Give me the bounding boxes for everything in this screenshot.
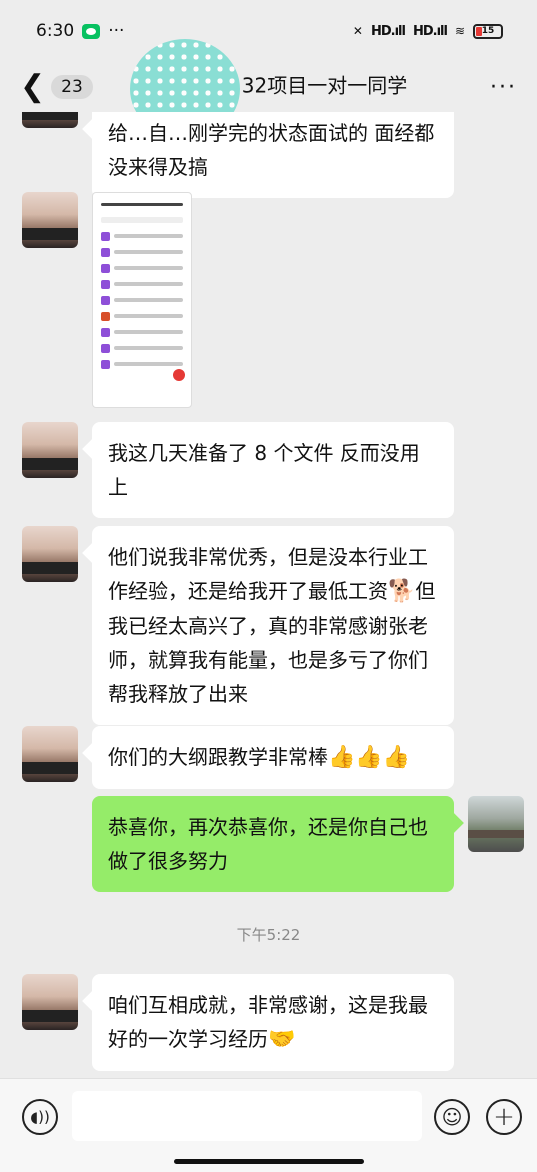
wifi-icon: ≋ <box>454 24 465 38</box>
message-text: 你们的大纲跟教学非常棒 <box>108 745 328 769</box>
message-bubble[interactable]: 咱们互相成就，非常感谢，这是我最好的一次学习经历🤝 <box>92 974 454 1071</box>
battery-level: 15 <box>481 25 495 36</box>
thumbs-up-emoji: 👍👍👍 <box>328 745 411 770</box>
input-bar: ◖)) ☺ + <box>0 1078 537 1172</box>
message-text: 他们说我非常优秀，但是没本行业工作经验，还是给我开了最低工资 <box>108 545 428 603</box>
plus-icon[interactable]: + <box>486 1099 522 1135</box>
contact-avatar[interactable] <box>22 112 78 128</box>
emoji-icon[interactable]: ☺ <box>434 1099 470 1135</box>
my-avatar[interactable] <box>468 796 524 852</box>
message-timestamp: 下午5:22 <box>236 926 301 944</box>
message-text: 给…自…刚学完的状态面试的 面经都没来得及搞 <box>108 121 435 179</box>
message-input[interactable] <box>72 1091 422 1141</box>
message-bubble[interactable]: 你们的大纲跟教学非常棒👍👍👍 <box>92 726 454 789</box>
chat-area[interactable]: 给…自…刚学完的状态面试的 面经都没来得及搞 我这几天准备了 8 个文件 反而没… <box>0 112 537 1078</box>
nav-bar: ❮ 23 32项目一对一同学 ··· <box>0 39 537 139</box>
message-bubble[interactable]: 恭喜你，再次恭喜你，还是你自己也做了很多努力 <box>92 796 454 892</box>
voice-icon[interactable]: ◖)) <box>22 1099 58 1135</box>
contact-avatar[interactable] <box>22 974 78 1030</box>
contact-avatar[interactable] <box>22 422 78 478</box>
message-text: 我这几天准备了 8 个文件 反而没用上 <box>108 441 420 499</box>
more-icon[interactable]: ··· <box>490 75 517 100</box>
message-bubble[interactable]: 给…自…刚学完的状态面试的 面经都没来得及搞 <box>92 112 454 198</box>
message-bubble[interactable]: 我这几天准备了 8 个文件 反而没用上 <box>92 422 454 518</box>
contact-avatar[interactable] <box>22 192 78 248</box>
image-message[interactable] <box>92 192 192 408</box>
contact-avatar[interactable] <box>22 726 78 782</box>
contact-avatar[interactable] <box>22 526 78 582</box>
handshake-emoji: 🤝 <box>268 1027 296 1052</box>
message-bubble[interactable]: 他们说我非常优秀，但是没本行业工作经验，还是给我开了最低工资🐕但我已经太高兴了，… <box>92 526 454 725</box>
message-text: 恭喜你，再次恭喜你，还是你自己也做了很多努力 <box>108 815 428 873</box>
mute-icon: ✕ <box>352 24 363 38</box>
dog-emoji: 🐕 <box>388 579 416 604</box>
chat-title-text: 32项目一对一同学 <box>241 73 408 98</box>
home-indicator[interactable] <box>174 1159 364 1164</box>
